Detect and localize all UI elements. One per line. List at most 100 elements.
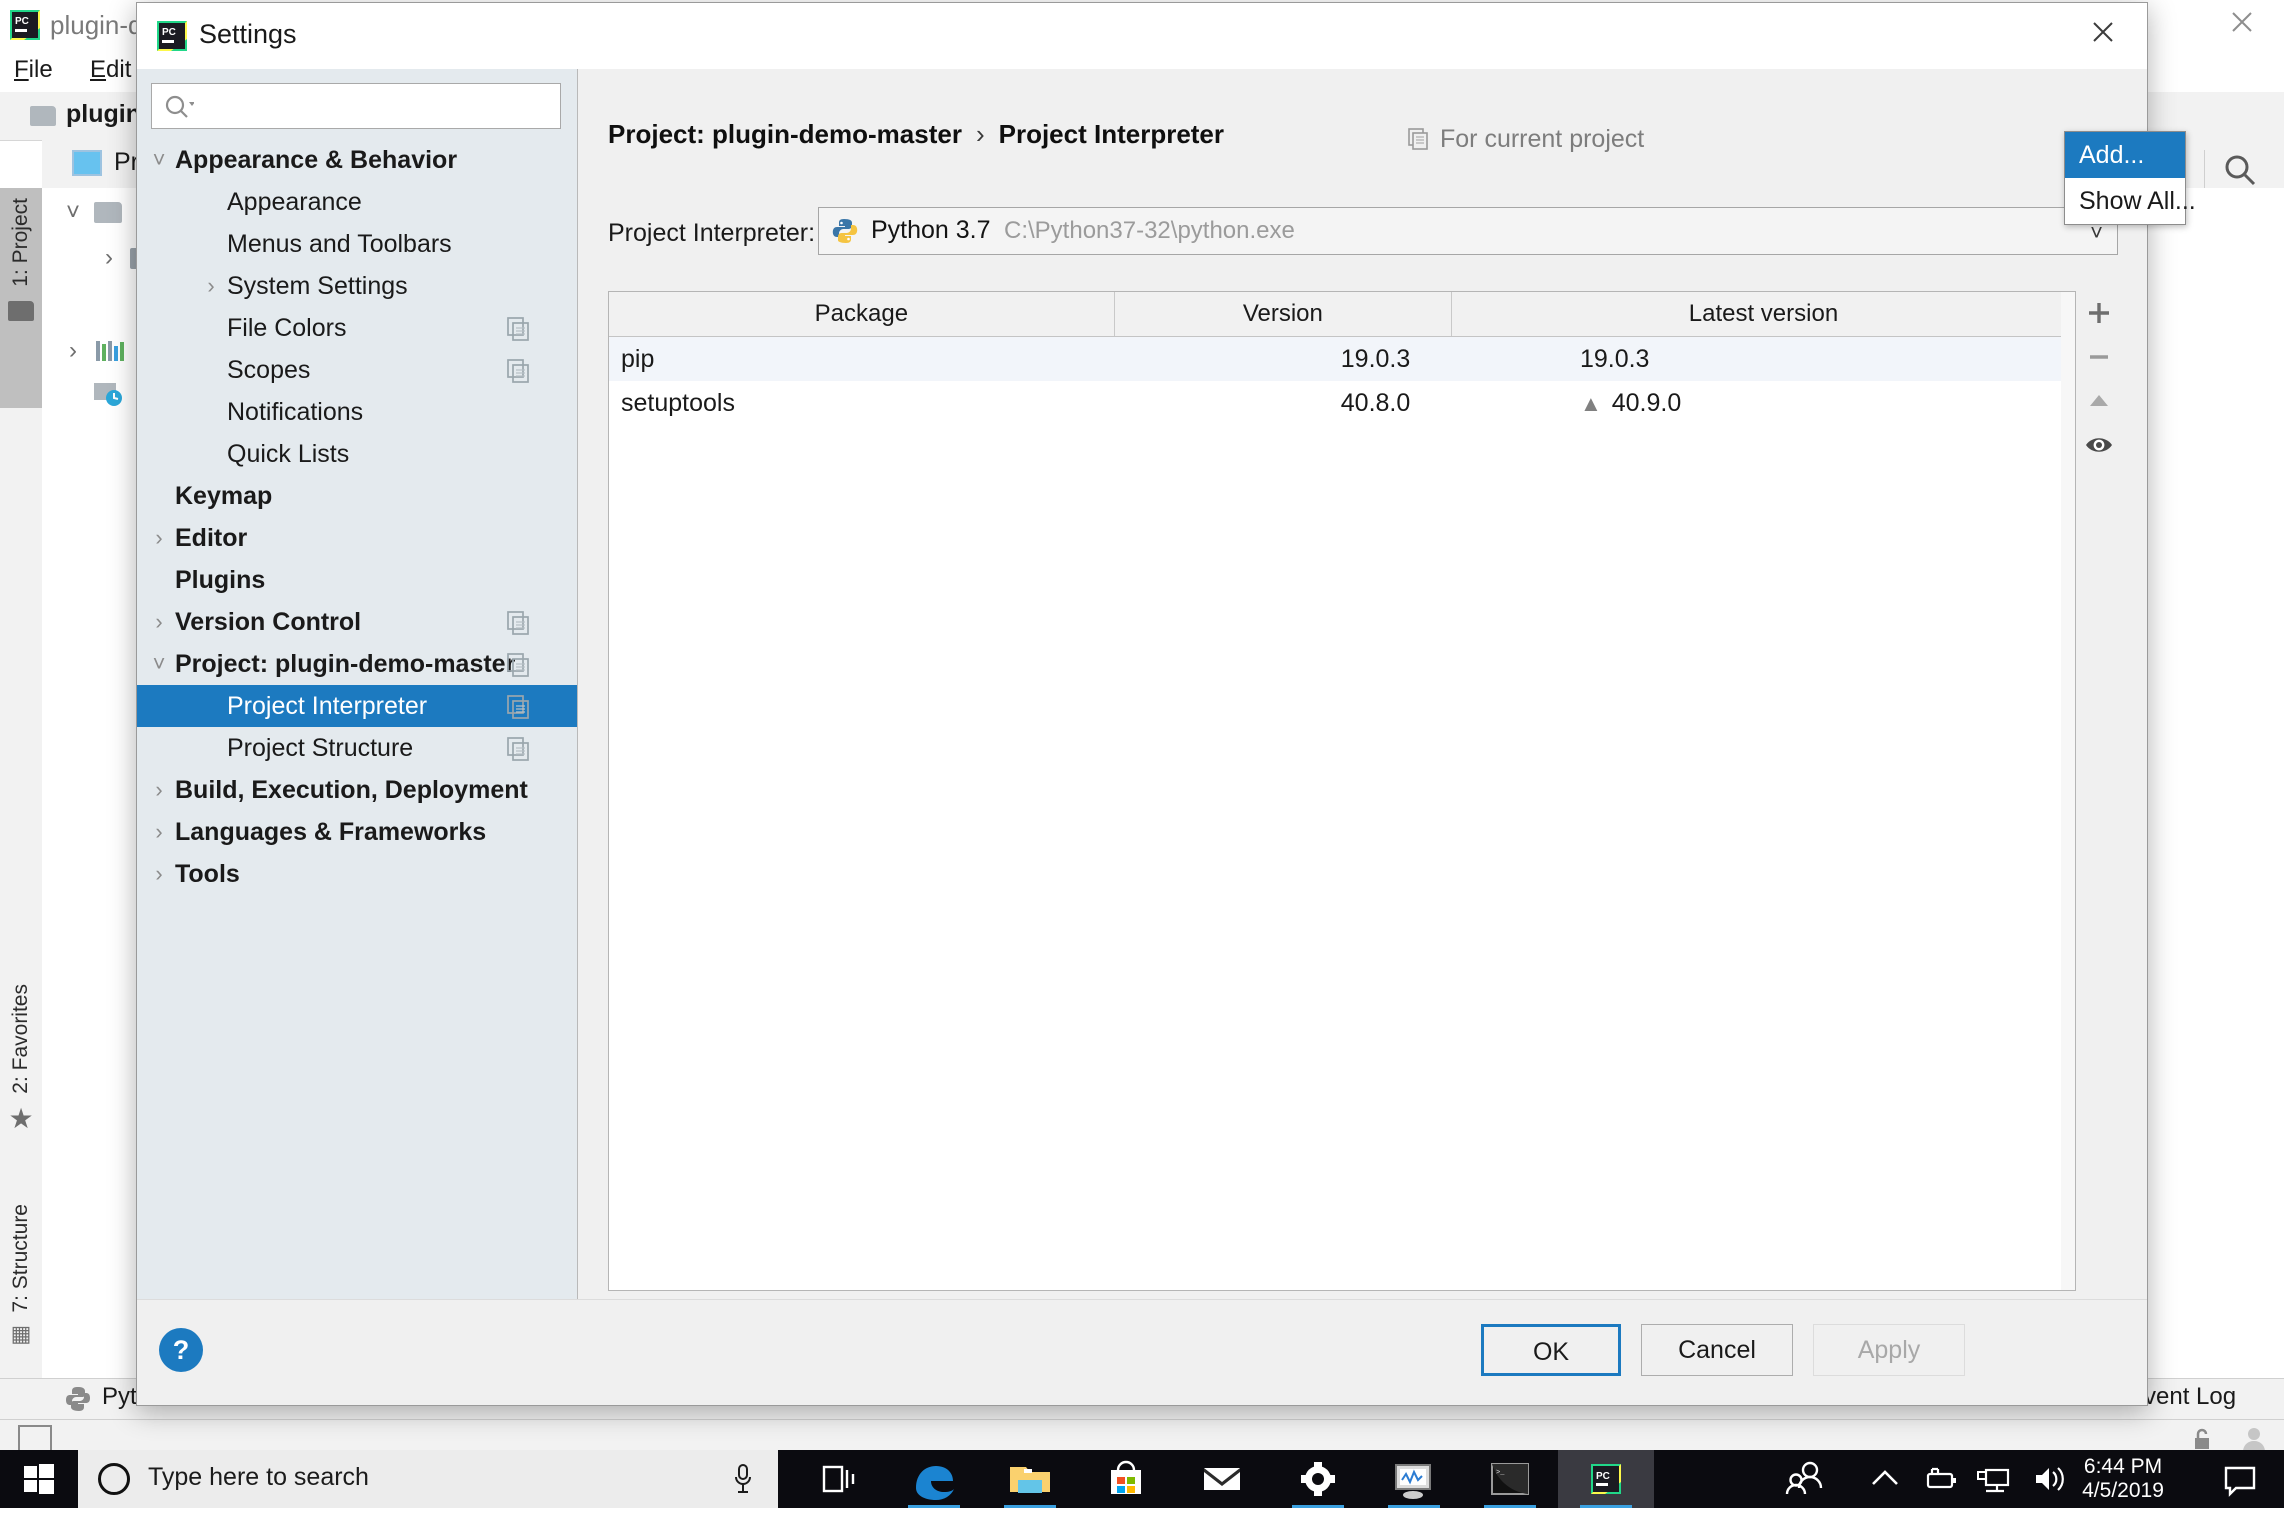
sidebar-item-notifications[interactable]: Notifications [137,391,577,433]
sidebar-item-label: File Colors [227,314,347,342]
network-icon[interactable] [1966,1450,2020,1508]
people-icon[interactable] [1770,1450,1840,1508]
sidebar-item-project-structure[interactable]: Project Structure [137,727,577,769]
copy-icon [1408,128,1430,150]
settings-tree: ˅ Appearance & Behavior Appearance Menus an… [137,139,577,895]
packages-table-body: pip 19.0.3 19.0.3 setuptools 40.8.0 ▲ 40.9.0 [609,337,2075,425]
search-input[interactable]: Type here to search [78,1450,778,1508]
sidebar-item-label: Keymap [175,482,273,510]
apply-button: Apply [1813,1324,1965,1376]
show-hidden-icons-icon[interactable] [1858,1450,1912,1508]
close-icon[interactable] [2222,8,2262,40]
sidebar-item-label: Notifications [227,398,364,426]
sidebar-item-languages-frameworks[interactable]: › Languages & Frameworks [137,811,577,853]
sidebar-item-favorites[interactable]: 2: Favorites ★ [0,978,42,1178]
breadcrumb-parent[interactable]: Project: plugin-demo-master [608,119,962,149]
chevron-down-icon[interactable]: ˅ [56,199,90,227]
left-tool-window-bar: 1: Project 2: Favorites ★ 7: Structure ▦ [0,188,43,1378]
sidebar-item-label: Languages & Frameworks [175,818,487,846]
sidebar-item-label: Quick Lists [227,440,350,468]
packages-scrollbar[interactable] [2061,292,2075,1290]
pycharm-icon[interactable]: PC [1558,1450,1654,1508]
sidebar-item-tools[interactable]: › Tools [137,853,577,895]
edge-icon[interactable] [886,1450,982,1508]
sidebar-item-appearance[interactable]: Appearance [137,181,577,223]
menu-edit[interactable]: Edit [90,56,131,84]
cell-package: setuptools [621,388,735,417]
interpreter-dropdown[interactable]: Python 3.7 C:\Python37-32\python.exe ˅ [818,207,2118,255]
chevron-right-icon[interactable]: › [145,853,173,895]
battery-icon[interactable] [1912,1450,1966,1508]
folder-icon [30,106,56,126]
ok-button[interactable]: OK [1481,1324,1621,1376]
structure-icon: ▦ [10,1320,32,1346]
svg-text:PC: PC [162,27,176,38]
interpreter-name: Python 3.7 [871,216,991,244]
clock[interactable]: 6:44 PM 4/5/2019 [2054,1455,2192,1503]
search-icon[interactable] [2220,150,2260,190]
sidebar-item-keymap[interactable]: Keymap [137,475,577,517]
chevron-right-icon[interactable]: › [145,769,173,811]
sidebar-item-label: Menus and Toolbars [227,230,452,258]
chevron-down-icon[interactable]: ˅ [145,643,173,685]
column-header-latest-version[interactable]: Latest version [1452,292,2075,336]
terminal-icon[interactable]: >_ [1462,1450,1558,1508]
column-header-package[interactable]: Package [609,292,1115,336]
cancel-button[interactable]: Cancel [1641,1324,1793,1376]
microphone-icon[interactable] [732,1463,754,1495]
eye-icon[interactable] [2078,423,2120,475]
windows-start-icon[interactable] [0,1450,78,1508]
table-row[interactable]: setuptools 40.8.0 ▲ 40.9.0 [609,381,2075,425]
table-row[interactable]: pip 19.0.3 19.0.3 [609,337,2075,381]
file-explorer-icon[interactable] [982,1450,1078,1508]
user-icon[interactable] [2240,1425,2268,1453]
packages-toolbar [2078,291,2120,471]
sidebar-item-scopes[interactable]: Scopes [137,349,577,391]
menu-item-show-all[interactable]: Show All... [2065,178,2196,224]
settings-icon[interactable] [1270,1450,1366,1508]
menu-file[interactable]: File [14,56,53,84]
sidebar-item-editor[interactable]: › Editor [137,517,577,559]
toolbar-divider [2204,150,2205,190]
chevron-right-icon[interactable]: › [145,811,173,853]
sidebar-item-system-settings[interactable]: › System Settings [137,265,577,307]
scratches-icon [92,380,126,406]
sidebar-item-appearance-behavior[interactable]: ˅ Appearance & Behavior [137,139,577,181]
notifications-icon[interactable] [2204,1450,2274,1508]
sidebar-item-plugins[interactable]: Plugins [137,559,577,601]
sidebar-item-build-execution-deployment[interactable]: › Build, Execution, Deployment [137,769,577,811]
dialog-button-bar: ? OK Cancel Apply [137,1299,2147,1405]
chevron-right-icon[interactable]: › [92,244,126,272]
sidebar-item-label: Appearance [227,188,362,216]
sidebar-item-menus-and-toolbars[interactable]: Menus and Toolbars [137,223,577,265]
sidebar-item-project-interpreter[interactable]: Project Interpreter [137,685,577,727]
chevron-right-icon[interactable]: › [145,517,173,559]
chevron-right-icon[interactable]: › [197,265,225,307]
mail-icon[interactable] [1174,1450,1270,1508]
search-input[interactable] [151,83,561,129]
help-button[interactable]: ? [159,1328,203,1372]
sidebar-item-project[interactable]: 1: Project [0,188,42,408]
sidebar-item-quick-lists[interactable]: Quick Lists [137,433,577,475]
folder-icon [8,300,34,321]
close-icon[interactable] [2077,13,2129,59]
sidebar-item-file-colors[interactable]: File Colors [137,307,577,349]
chevron-down-icon[interactable]: ˅ [145,139,173,181]
ide-bottom-left-icon[interactable] [18,1425,52,1453]
sidebar-item-label: Project: plugin-demo-master [175,650,516,678]
lock-icon[interactable] [2190,1427,2214,1451]
column-header-version[interactable]: Version [1115,292,1452,336]
sidebar-item-project-plugin-demo-master[interactable]: ˅ Project: plugin-demo-master [137,643,577,685]
folder-icon [94,202,123,223]
system-monitor-icon[interactable] [1366,1450,1462,1508]
task-view-icon[interactable] [790,1450,886,1508]
menu-item-add[interactable]: Add... [2065,132,2185,178]
sidebar-item-version-control[interactable]: › Version Control [137,601,577,643]
cell-latest-version-text: 19.0.3 [1579,344,1650,373]
chevron-right-icon[interactable]: › [145,601,173,643]
sidebar-item-label: System Settings [227,272,408,300]
microsoft-store-icon[interactable] [1078,1450,1174,1508]
chevron-right-icon[interactable]: › [56,337,90,365]
for-current-project-label: For current project [1408,125,1644,154]
sidebar-item-label: Version Control [175,608,362,636]
